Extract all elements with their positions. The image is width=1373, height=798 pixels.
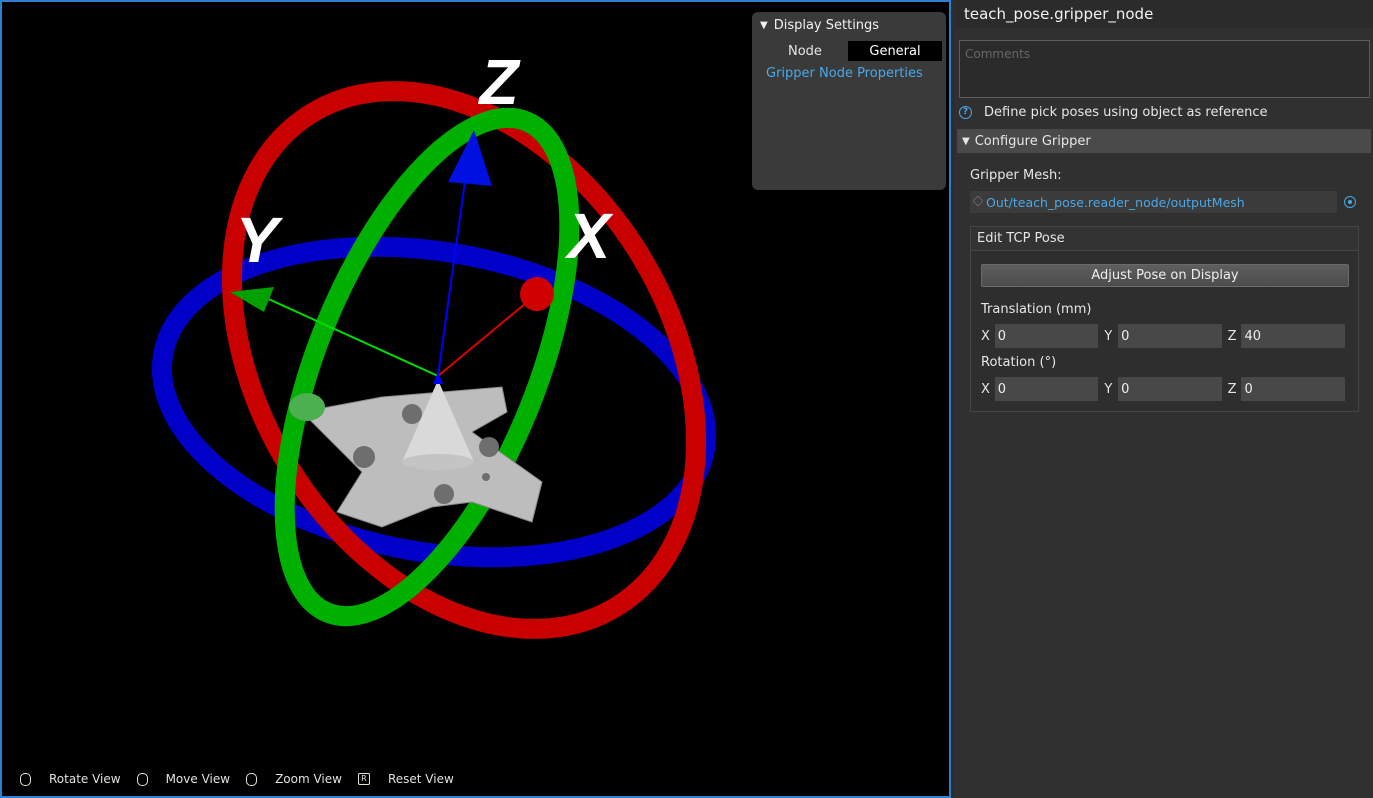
display-settings-header[interactable]: ▼ Display Settings [752,12,946,38]
translation-z-input[interactable]: 40 [1241,324,1345,348]
target-icon[interactable] [1344,196,1356,208]
r-key-icon: R [357,773,370,785]
edit-tcp-pose-group: Edit TCP Pose Adjust Pose on Display Tra… [970,226,1359,412]
translation-x-input[interactable]: 0 [994,324,1099,348]
rotation-z-input[interactable]: 0 [1241,377,1345,401]
display-settings-panel: ▼ Display Settings Node General Gripper … [752,12,946,190]
mouse-left-icon [20,772,31,786]
node-title: teach_pose.gripper_node [955,0,1373,28]
axis-x-label: X [981,328,990,344]
adjust-pose-button[interactable]: Adjust Pose on Display [981,264,1349,287]
node-row: Node General [752,41,946,61]
axis-x-label: X [981,381,990,397]
axis-z-label: Z [1227,328,1237,344]
comments-field[interactable]: Comments [959,40,1370,98]
help-row: ? Define pick poses using object as refe… [959,105,1268,120]
hint-zoom-view: Zoom View [246,772,342,786]
hint-label: Zoom View [275,772,342,786]
axis-z-label: Z [1227,381,1237,397]
hint-label: Rotate View [49,772,121,786]
y-axis-line [263,296,439,377]
mouse-wheel-icon [246,772,258,786]
rotation-y-input[interactable]: 0 [1118,377,1222,401]
hint-label: Reset View [387,772,454,786]
x-axis-handle[interactable] [520,277,554,311]
translation-label: Translation (mm) [981,302,1092,317]
gripper-node-properties-link[interactable]: Gripper Node Properties [752,66,946,81]
translation-row: X 0 Y 0 Z 40 [981,324,1351,348]
link-icon [972,195,984,207]
rotation-label: Rotation (°) [981,355,1057,370]
gripper-mesh-value[interactable]: Out/teach_pose.reader_node/outputMesh [986,195,1245,210]
collapse-triangle-icon: ▼ [760,19,768,31]
hint-rotate-view: Rotate View [20,772,121,786]
axis-y-label: Y [1104,328,1113,344]
x-axis-label: X [565,200,614,272]
node-label: Node [788,43,822,59]
red-rotation-ring[interactable] [136,5,791,714]
display-settings-title: Display Settings [773,17,880,33]
3d-viewport[interactable]: Z Y X ▼ Display Settings Node General Gr… [0,0,951,798]
edit-tcp-pose-title: Edit TCP Pose [971,227,1358,251]
y-axis-label: Y [236,204,284,276]
gripper-mesh-label: Gripper Mesh: [970,168,1062,183]
node-dropdown[interactable]: General [848,41,942,61]
hint-reset-view: R Reset View [357,772,454,786]
view-controls-hints: Rotate View Move View Zoom View R Reset … [20,772,470,786]
green-rotation-ring[interactable] [226,80,629,654]
translation-y-input[interactable]: 0 [1118,324,1222,348]
configure-gripper-title: Configure Gripper [974,133,1091,149]
z-axis-line [437,166,468,377]
x-axis-line [437,297,533,377]
gripper-mesh-field[interactable]: Out/teach_pose.reader_node/outputMesh [970,191,1337,213]
properties-panel: teach_pose.gripper_node Comments ? Defin… [955,0,1373,798]
help-text: Define pick poses using object as refere… [984,105,1268,120]
hint-move-view: Move View [136,772,231,786]
collapse-triangle-icon: ▼ [962,135,970,147]
z-axis-label: Z [477,46,521,118]
mouse-right-icon [136,772,148,786]
comments-placeholder: Comments [965,47,1031,61]
configure-gripper-header[interactable]: ▼ Configure Gripper [957,129,1371,153]
rotation-row: X 0 Y 0 Z 0 [981,377,1351,401]
axis-y-label: Y [1104,381,1113,397]
help-icon[interactable]: ? [959,106,972,119]
hint-label: Move View [165,772,231,786]
rotation-x-input[interactable]: 0 [994,377,1099,401]
